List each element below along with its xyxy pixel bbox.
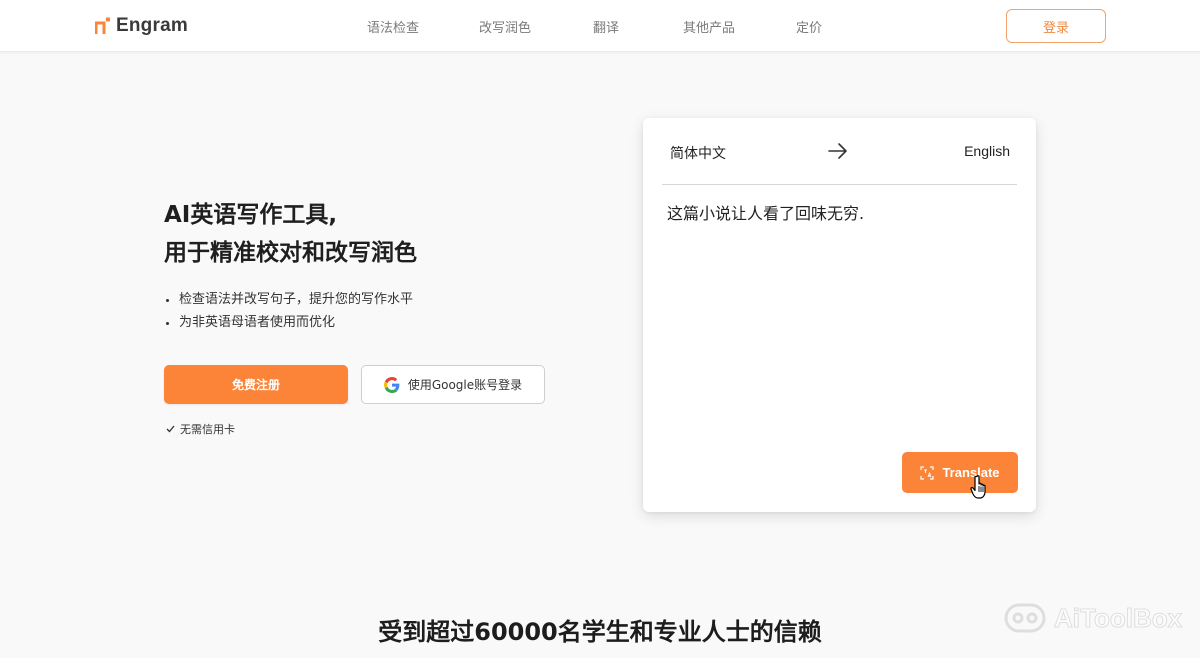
watermark: AiToolBox (1004, 601, 1183, 635)
divider (662, 184, 1017, 185)
google-icon (383, 376, 400, 393)
no-credit-card-note: 无需信用卡 (166, 421, 235, 437)
google-login-button[interactable]: 使用Google账号登录 (361, 365, 545, 404)
nav-item-other-products[interactable]: 其他产品 (683, 17, 735, 36)
source-language-selector[interactable]: 简体中文 (670, 143, 726, 163)
source-text-input[interactable]: 这篇小说让人看了回味无穷. (667, 202, 1007, 226)
free-signup-button[interactable]: 免费注册 (164, 365, 348, 404)
checkmark-icon (166, 425, 175, 433)
nav-item-grammar-check[interactable]: 语法检查 (367, 17, 419, 36)
top-header: Engram 语法检查 改写润色 翻译 其他产品 定价 登录 (0, 0, 1200, 52)
watermark-text: AiToolBox (1053, 602, 1183, 633)
hero-title: AI英语写作工具, 用于精准校对和改写润色 (164, 196, 417, 272)
target-language-selector[interactable]: English (964, 143, 1010, 159)
translate-button[interactable]: Translate (902, 452, 1018, 493)
feature-item: 为非英语母语者使用而优化 (164, 311, 413, 334)
nav-item-pricing[interactable]: 定价 (796, 17, 822, 36)
hand-cursor-icon (970, 475, 986, 499)
hero-title-line1: AI英语写作工具, (164, 202, 338, 228)
google-login-label: 使用Google账号登录 (407, 378, 523, 392)
watermark-logo-icon (1004, 603, 1046, 633)
no-credit-card-label: 无需信用卡 (180, 423, 235, 436)
translator-card: 简体中文 English 这篇小说让人看了回味无穷. Translate (643, 118, 1036, 512)
nav-item-translate[interactable]: 翻译 (593, 17, 619, 36)
login-button[interactable]: 登录 (1006, 9, 1106, 43)
translate-icon (920, 465, 935, 480)
hero-title-line2: 用于精准校对和改写润色 (164, 240, 417, 266)
feature-item: 检查语法并改写句子，提升您的写作水平 (164, 288, 413, 311)
nav-item-rewrite[interactable]: 改写润色 (479, 17, 531, 36)
feature-list: 检查语法并改写句子，提升您的写作水平 为非英语母语者使用而优化 (164, 288, 413, 334)
arrow-right-icon[interactable] (827, 142, 849, 160)
